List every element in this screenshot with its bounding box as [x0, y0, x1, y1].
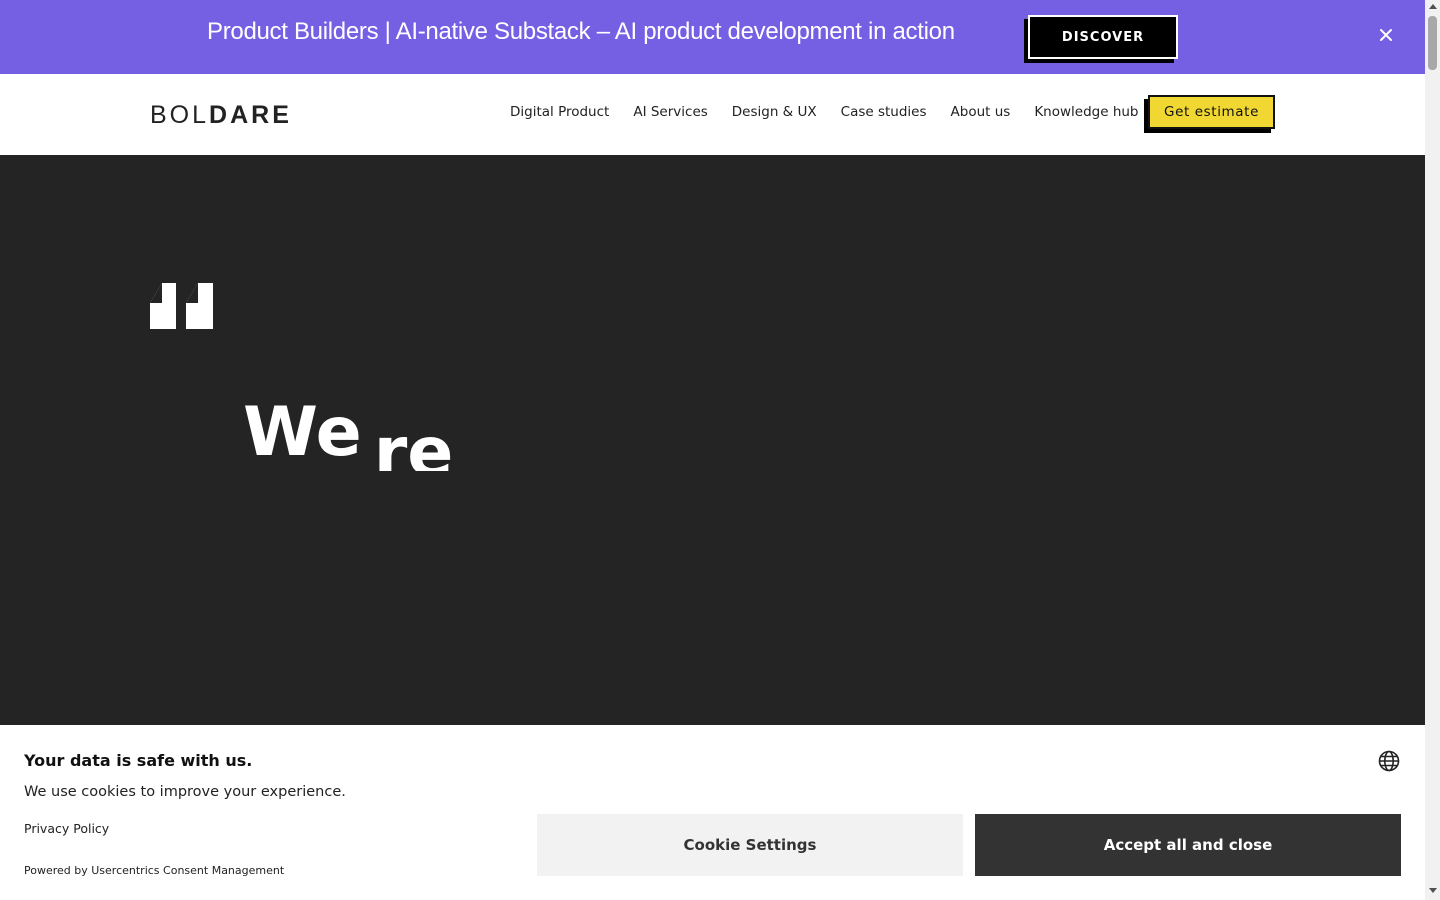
boldare-logo[interactable]: BOLDARE: [150, 101, 292, 130]
site-header: BOLDARE Digital Product AI Services Desi…: [0, 74, 1425, 155]
cookie-settings-button[interactable]: Cookie Settings: [537, 814, 963, 876]
nav-case-studies[interactable]: Case studies: [841, 104, 927, 120]
close-icon[interactable]: [1376, 25, 1396, 45]
nav-ai-services[interactable]: AI Services: [633, 104, 707, 120]
main-nav: Digital Product AI Services Design & UX …: [510, 104, 1163, 120]
scroll-down-arrow-icon[interactable]: [1429, 888, 1437, 893]
cookie-banner: Your data is safe with us. We use cookie…: [0, 725, 1425, 900]
globe-icon[interactable]: [1378, 750, 1400, 772]
scroll-up-arrow-icon[interactable]: [1429, 4, 1437, 9]
discover-button[interactable]: DISCOVER: [1028, 15, 1178, 59]
scrollbar-thumb[interactable]: [1428, 16, 1437, 70]
nav-about-us[interactable]: About us: [951, 104, 1011, 120]
accept-all-button[interactable]: Accept all and close: [975, 814, 1401, 876]
close-icon-graphic: [1380, 29, 1392, 41]
get-estimate-wrapper: Get estimate: [1144, 95, 1275, 133]
promo-text: Product Builders | AI-native Substack – …: [207, 18, 955, 45]
powered-by-text: Powered by Usercentrics Consent Manageme…: [24, 864, 285, 877]
nav-design-ux[interactable]: Design & UX: [732, 104, 817, 120]
logo-light-part: BOL: [150, 101, 210, 129]
cookie-title: Your data is safe with us.: [24, 751, 253, 770]
privacy-policy-link[interactable]: Privacy Policy: [24, 821, 109, 836]
promo-banner: Product Builders | AI-native Substack – …: [0, 0, 1425, 74]
quote-icon: [150, 283, 214, 333]
logo-bold-part: DARE: [209, 101, 292, 129]
nav-digital-product[interactable]: Digital Product: [510, 104, 609, 120]
hero-word-2: re: [373, 413, 454, 472]
discover-button-wrapper: DISCOVER: [1024, 15, 1178, 63]
nav-knowledge-hub[interactable]: Knowledge hub: [1034, 104, 1138, 120]
scrollbar[interactable]: [1425, 0, 1440, 900]
cookie-description: We use cookies to improve your experienc…: [24, 784, 346, 800]
hero-headline: We re: [243, 395, 453, 471]
hero-word-1: We: [243, 395, 362, 471]
quote-icon-graphic: [150, 283, 213, 329]
hero-section: We re: [0, 155, 1425, 725]
get-estimate-button[interactable]: Get estimate: [1148, 95, 1275, 129]
globe-icon-graphic: [1378, 750, 1400, 772]
